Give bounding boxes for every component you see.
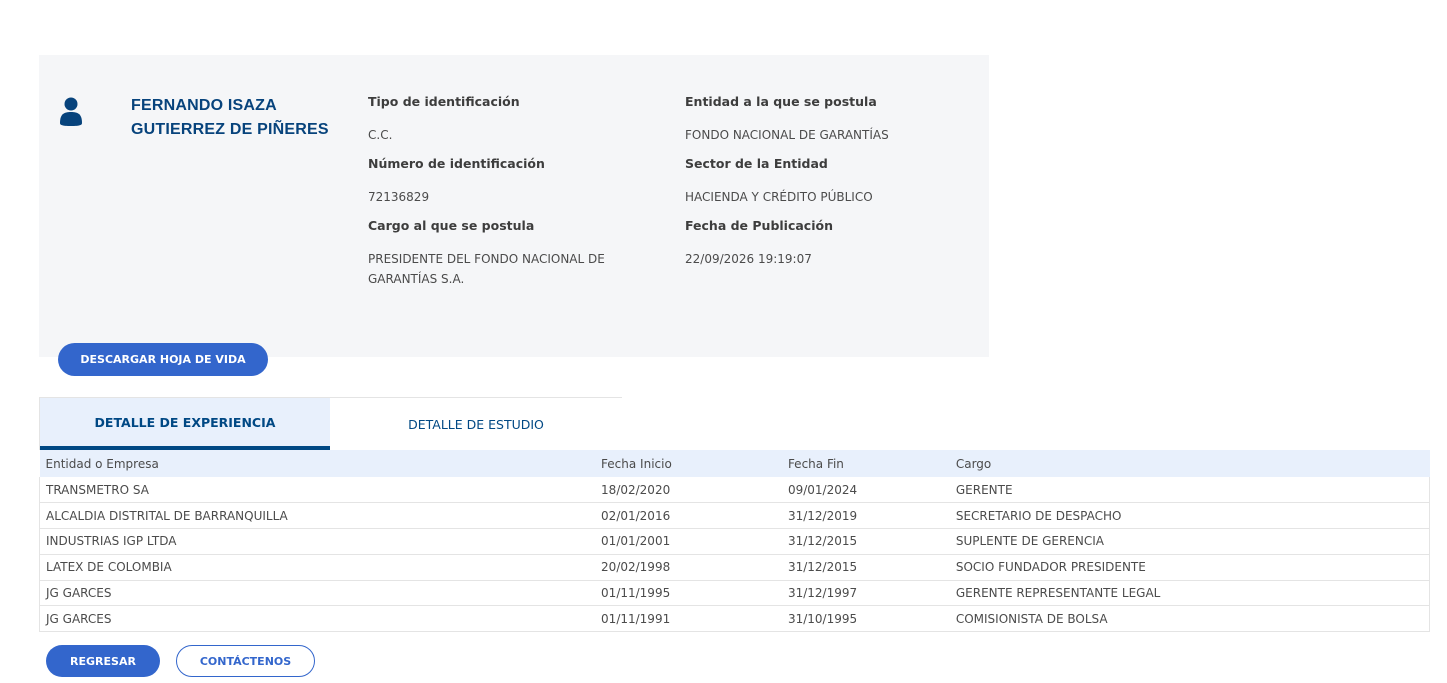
table-row: JG GARCES 01/11/1995 31/12/1997 GERENTE … (39, 580, 1430, 607)
table-row: JG GARCES 01/11/1991 31/10/1995 COMISION… (39, 605, 1430, 633)
position-value: PRESIDENTE DEL FONDO NACIONAL DE GARANTÍ… (368, 252, 605, 286)
cell-start-date: 18/02/2020 (595, 477, 782, 504)
cell-end-date: 31/12/2019 (781, 502, 950, 530)
cell-start-date: 01/11/1991 (595, 605, 782, 633)
cell-end-date: 31/10/1995 (781, 605, 950, 633)
cell-start-date: 01/01/2001 (595, 528, 782, 555)
entity-label: Entidad a la que se postula (685, 94, 877, 109)
cell-role: SOCIO FUNDADOR PRESIDENTE (949, 554, 1430, 581)
cell-role: GERENTE (949, 477, 1430, 504)
candidate-name: FERNANDO ISAZA GUTIERREZ DE PIÑERES (131, 97, 329, 138)
publication-date-label: Fecha de Publicación (685, 218, 833, 233)
cell-end-date: 31/12/1997 (781, 580, 950, 607)
cell-end-date: 31/12/2015 (781, 528, 950, 555)
table-row: INDUSTRIAS IGP LTDA 01/01/2001 31/12/201… (39, 528, 1430, 555)
header-end-date: Fecha Fin (781, 450, 950, 477)
profile-card: FERNANDO ISAZA GUTIERREZ DE PIÑERES Tipo… (39, 55, 989, 357)
table-row: LATEX DE COLOMBIA 20/02/1998 31/12/2015 … (39, 554, 1430, 581)
cell-role: SECRETARIO DE DESPACHO (949, 502, 1430, 530)
entity-value: FONDO NACIONAL DE GARANTÍAS (685, 128, 889, 142)
cell-entity: JG GARCES (39, 605, 596, 633)
identity-fields: Tipo de identificación C.C. Número de id… (368, 93, 658, 289)
publication-date-value: 22/09/2026 19:19:07 (685, 252, 812, 266)
cell-start-date: 20/02/1998 (595, 554, 782, 581)
tab-experience[interactable]: DETALLE DE EXPERIENCIA (40, 398, 330, 450)
cell-role: COMISIONISTA DE BOLSA (949, 605, 1430, 633)
cell-entity: TRANSMETRO SA (39, 477, 596, 504)
sector-value: HACIENDA Y CRÉDITO PÚBLICO (685, 190, 873, 204)
cell-role: SUPLENTE DE GERENCIA (949, 528, 1430, 555)
cell-entity: LATEX DE COLOMBIA (39, 554, 596, 581)
cell-entity: INDUSTRIAS IGP LTDA (39, 528, 596, 555)
id-type-label: Tipo de identificación (368, 94, 520, 109)
entity-fields: Entidad a la que se postula FONDO NACION… (685, 93, 975, 279)
sector-label: Sector de la Entidad (685, 156, 828, 171)
id-number-value: 72136829 (368, 190, 430, 204)
detail-tabs: DETALLE DE EXPERIENCIA DETALLE DE ESTUDI… (39, 397, 622, 450)
cell-end-date: 09/01/2024 (781, 477, 950, 504)
table-header-row: Entidad o Empresa Fecha Inicio Fecha Fin… (39, 450, 1430, 477)
cell-end-date: 31/12/2015 (781, 554, 950, 581)
download-cv-button[interactable]: DESCARGAR HOJA DE VIDA (58, 343, 268, 376)
id-number-label: Número de identificación (368, 156, 545, 171)
user-icon (60, 97, 82, 126)
contact-button[interactable]: CONTÁCTENOS (176, 645, 315, 677)
id-type-value: C.C. (368, 128, 393, 142)
cell-entity: ALCALDIA DISTRITAL DE BARRANQUILLA (39, 502, 596, 530)
cell-entity: JG GARCES (39, 580, 596, 607)
back-button[interactable]: REGRESAR (46, 645, 160, 677)
cell-start-date: 01/11/1995 (595, 580, 782, 607)
header-entity: Entidad o Empresa (39, 450, 596, 477)
tab-study[interactable]: DETALLE DE ESTUDIO (330, 398, 622, 450)
header-role: Cargo (949, 450, 1430, 477)
header-start-date: Fecha Inicio (595, 450, 782, 477)
cell-start-date: 02/01/2016 (595, 502, 782, 530)
experience-table: Entidad o Empresa Fecha Inicio Fecha Fin… (39, 450, 1430, 633)
cell-role: GERENTE REPRESENTANTE LEGAL (949, 580, 1430, 607)
table-row: TRANSMETRO SA 18/02/2020 09/01/2024 GERE… (39, 477, 1430, 504)
table-row: ALCALDIA DISTRITAL DE BARRANQUILLA 02/01… (39, 502, 1430, 530)
position-label: Cargo al que se postula (368, 218, 535, 233)
